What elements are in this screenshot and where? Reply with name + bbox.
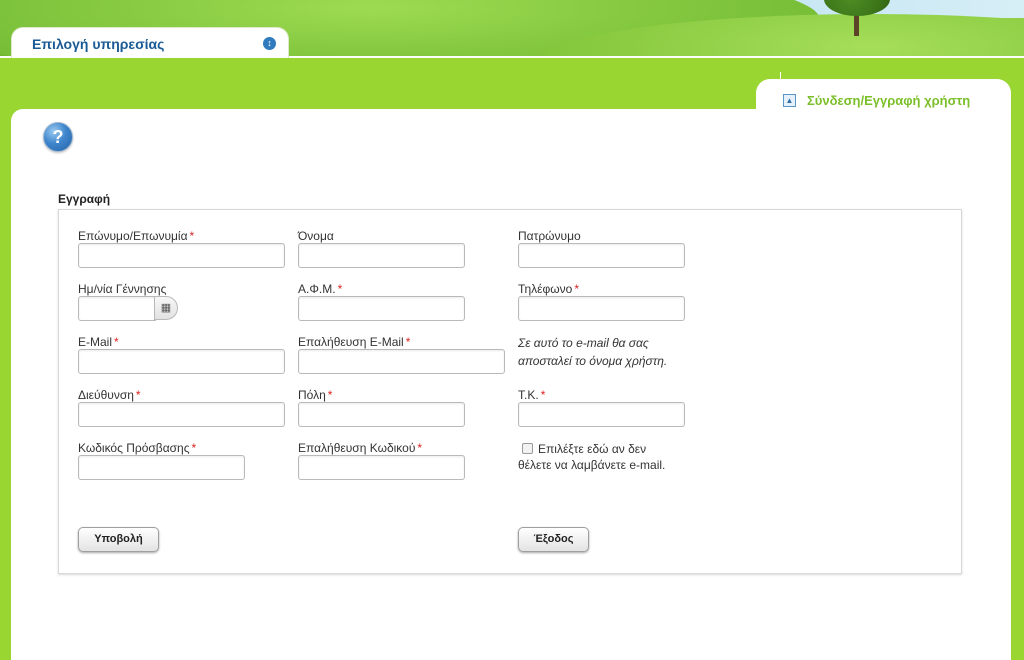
help-icon[interactable]: ? [43, 122, 73, 152]
city-label: Πόλη * [298, 388, 333, 402]
login-register-label: Σύνδεση/Εγγραφή χρήστη [807, 93, 971, 108]
first-name-input[interactable] [298, 243, 465, 268]
address-input[interactable] [78, 402, 285, 427]
email-input[interactable] [78, 349, 285, 374]
email-confirm-input[interactable] [298, 349, 505, 374]
calendar-icon[interactable]: ▦ [154, 296, 178, 320]
phone-label: Τηλέφωνο * [518, 282, 579, 296]
city-input[interactable] [298, 402, 465, 427]
password-confirm-label: Επαλήθευση Κωδικού * [298, 441, 423, 455]
first-name-label: Όνομα [298, 229, 334, 243]
form-title: Εγγραφή [58, 192, 111, 206]
birth-date-label: Ημ/νία Γέννησης [78, 282, 167, 296]
email-confirm-label: Επαλήθευση E-Mail * [298, 335, 411, 349]
password-input[interactable] [78, 455, 245, 480]
fathers-name-label: Πατρώνυμο [518, 229, 581, 243]
email-label: E-Mail * [78, 335, 119, 349]
password-label: Κωδικός Πρόσβασης * [78, 441, 197, 455]
fathers-name-input[interactable] [518, 243, 685, 268]
birth-date-input[interactable] [78, 296, 156, 321]
email-note: Σε αυτό το e-mail θα σας αποσταλεί το όν… [518, 336, 668, 368]
phone-input[interactable] [518, 296, 685, 321]
postal-code-input[interactable] [518, 402, 685, 427]
opt-out-checkbox[interactable] [522, 443, 533, 454]
exit-button[interactable]: Έξοδος [518, 527, 589, 552]
submit-button[interactable]: Υποβολή [78, 527, 159, 552]
service-selection-tab[interactable]: Επιλογή υπηρεσίας ↕ [11, 27, 289, 58]
surname-label: Επώνυμο/Επωνυμία * [78, 229, 195, 243]
afm-input[interactable] [298, 296, 465, 321]
address-label: Διεύθυνση * [78, 388, 141, 402]
postal-code-label: Τ.Κ. * [518, 388, 546, 402]
opt-out-label: Επιλέξτε εδώ αν δεν θέλετε να λαμβάνετε … [518, 442, 666, 472]
password-confirm-input[interactable] [298, 455, 465, 480]
collapse-icon[interactable]: ↕ [263, 37, 276, 50]
expand-icon[interactable]: ▲ [783, 94, 796, 107]
surname-input[interactable] [78, 243, 285, 268]
afm-label: Α.Φ.Μ. * [298, 282, 343, 296]
service-selection-label: Επιλογή υπηρεσίας [32, 36, 165, 52]
